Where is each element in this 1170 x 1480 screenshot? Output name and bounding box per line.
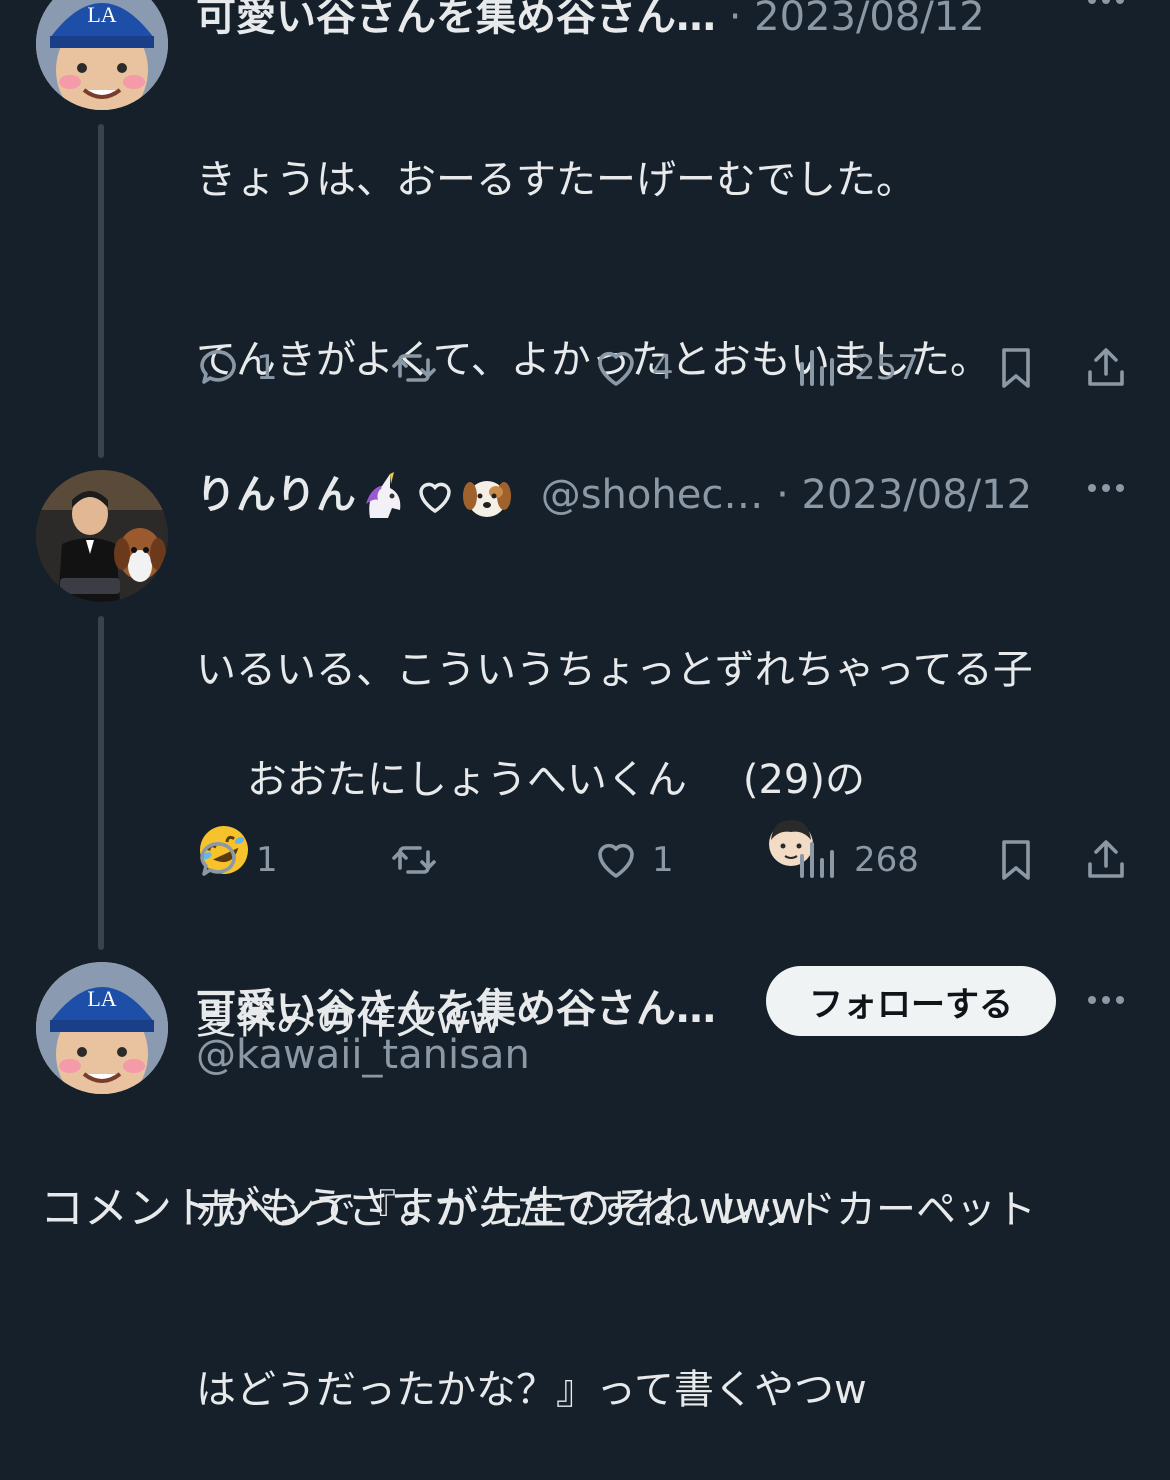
comment-text: コメントがもうさすが先生のそれwww xyxy=(40,1183,807,1234)
bookmark-button[interactable] xyxy=(992,338,1040,398)
like-count: 4 xyxy=(652,348,674,388)
more-icon[interactable] xyxy=(1084,990,1128,1010)
tweet-line: はどうだったかな？』って書くやつw xyxy=(196,1367,867,1413)
action-bar: 1 1 268 xyxy=(196,830,1136,890)
svg-text:LA: LA xyxy=(87,2,116,27)
reply-count: 1 xyxy=(256,348,278,388)
bookmark-button[interactable] xyxy=(992,830,1040,890)
follow-button[interactable]: フォローする xyxy=(766,966,1056,1036)
avatar[interactable]: LA xyxy=(36,0,168,110)
view-count: 268 xyxy=(854,840,919,880)
like-button[interactable]: 4 xyxy=(592,338,674,398)
bookmark-icon xyxy=(1002,840,1030,880)
display-name[interactable]: りんりん xyxy=(196,472,356,518)
like-icon xyxy=(598,843,634,878)
svg-text:LA: LA xyxy=(87,986,116,1011)
like-button[interactable]: 1 xyxy=(592,830,674,890)
handle[interactable]: @shohec… xyxy=(541,472,764,518)
unicorn-icon xyxy=(356,470,410,524)
views-icon xyxy=(800,842,834,878)
thread-line xyxy=(98,616,104,950)
tweet-line: きょうは、おーるすたーげーむでした。 xyxy=(196,157,916,203)
profile-name[interactable]: 可愛い谷さんを集め谷さん… xyxy=(196,976,716,1034)
retweet-button[interactable] xyxy=(390,830,438,890)
like-count: 1 xyxy=(652,840,674,880)
share-icon xyxy=(1088,348,1124,386)
reply-button[interactable]: 1 xyxy=(196,338,278,398)
views-button[interactable]: 268 xyxy=(794,830,919,890)
bookmark-icon xyxy=(1002,348,1030,388)
reply-icon xyxy=(200,350,236,384)
avatar[interactable] xyxy=(36,470,168,602)
dog-face-icon xyxy=(460,470,514,524)
retweet-icon xyxy=(392,846,436,874)
views-icon xyxy=(800,350,834,386)
action-bar: 1 4 257 xyxy=(196,338,1136,398)
heart-outline-icon xyxy=(414,476,456,518)
avatar[interactable]: LA xyxy=(36,962,168,1094)
more-icon[interactable] xyxy=(1084,0,1128,10)
share-button[interactable] xyxy=(1082,830,1130,890)
retweet-icon xyxy=(392,354,436,382)
more-icon[interactable] xyxy=(1084,478,1128,498)
reply-count: 1 xyxy=(256,840,278,880)
reply-icon xyxy=(200,842,236,876)
view-count: 257 xyxy=(854,348,919,388)
share-button[interactable] xyxy=(1082,338,1130,398)
tweet-header: りんりん @shohec… · 2023/08/12 xyxy=(196,462,1032,524)
retweet-button[interactable] xyxy=(390,338,438,398)
tweet-line: いるいる、こういうちょっとずれちゃってる子 xyxy=(196,647,1033,693)
views-button[interactable]: 257 xyxy=(794,338,919,398)
tweet-date[interactable]: · 2023/08/12 xyxy=(776,472,1032,518)
reply-button[interactable]: 1 xyxy=(196,830,278,890)
display-name[interactable]: 可愛い谷さんを集め谷さん… xyxy=(196,986,716,1032)
like-icon xyxy=(598,351,634,386)
profile-handle[interactable]: @kawaii_tanisan xyxy=(196,1032,530,1078)
thread-line xyxy=(98,124,104,458)
share-icon xyxy=(1088,840,1124,878)
